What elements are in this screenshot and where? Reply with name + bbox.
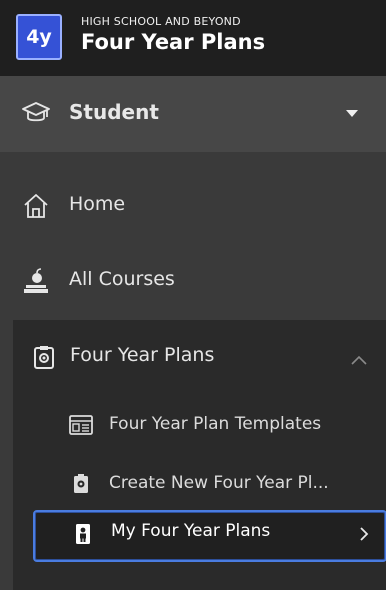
graduation-cap-icon xyxy=(22,101,50,125)
create-plan-icon xyxy=(69,474,93,494)
header-subtitle: HIGH SCHOOL AND BEYOND xyxy=(81,15,241,28)
sub-label-my-plans: My Four Year Plans xyxy=(111,521,271,541)
nav-item-all-courses[interactable]: All Courses xyxy=(0,251,386,311)
app-header: 4y HIGH SCHOOL AND BEYOND Four Year Plan… xyxy=(0,0,386,76)
person-plan-icon xyxy=(71,522,95,544)
chevron-right-icon xyxy=(359,526,369,541)
home-icon xyxy=(22,192,50,220)
sub-item-my-plans[interactable]: My Four Year Plans xyxy=(33,510,386,562)
sub-item-templates[interactable]: Four Year Plan Templates xyxy=(33,403,386,447)
nav-item-home[interactable]: Home xyxy=(0,176,386,236)
sub-label-create-new-plan: Create New Four Year Pl... xyxy=(109,473,329,493)
nav-label-home: Home xyxy=(69,193,126,215)
role-label: Student xyxy=(69,100,159,124)
courses-icon xyxy=(22,267,50,295)
chevron-up-icon[interactable] xyxy=(351,350,367,365)
role-selector[interactable]: Student xyxy=(0,76,386,152)
plan-icon xyxy=(33,345,55,369)
app-logo[interactable]: 4y xyxy=(16,14,62,60)
group-label: Four Year Plans xyxy=(70,344,215,366)
template-icon xyxy=(69,415,93,435)
group-header-four-year-plans[interactable]: Four Year Plans xyxy=(13,320,386,392)
sub-item-create-new-plan[interactable]: Create New Four Year Pl... xyxy=(33,462,386,506)
four-year-plans-group: Four Year Plans Four Year Plan Templates xyxy=(13,320,386,590)
sub-label-templates: Four Year Plan Templates xyxy=(109,414,322,434)
header-title: Four Year Plans xyxy=(81,30,266,54)
caret-down-icon[interactable] xyxy=(346,110,358,117)
nav-label-all-courses: All Courses xyxy=(69,268,175,290)
